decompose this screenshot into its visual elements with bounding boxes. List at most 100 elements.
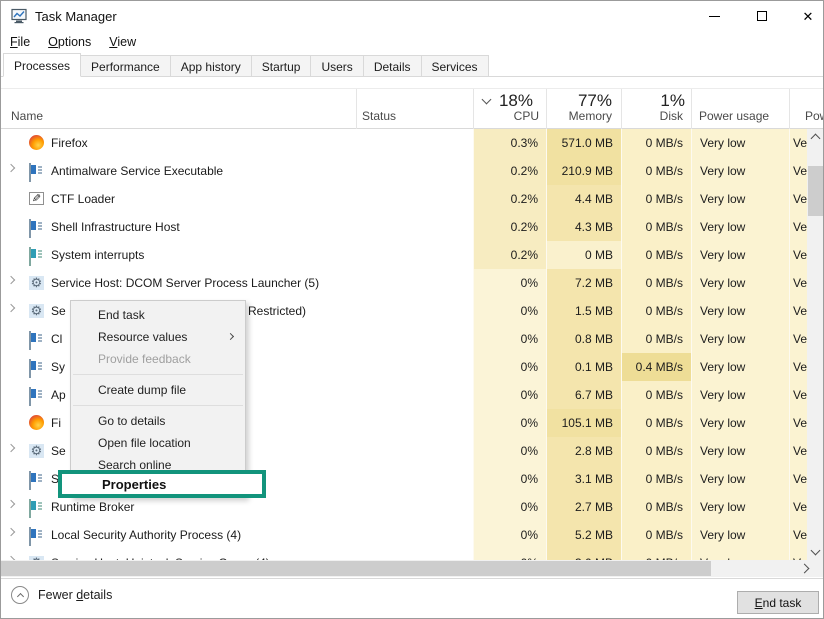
menu-file[interactable]: File [1,32,39,52]
column-separator [691,89,692,129]
mem-cell: 3.1 MB [546,465,621,493]
context-menu-item-create-dump-file[interactable]: Create dump file [71,379,245,401]
cpu-cell: 0% [473,437,546,465]
column-header-power-usage[interactable]: Power usage [699,109,769,123]
tab-app-history[interactable]: App history [170,55,252,77]
context-menu-item-resource-values[interactable]: Resource values [71,326,245,348]
mem-cell: 0.8 MB [546,325,621,353]
disk-total: 1% [621,91,687,111]
power-cell: Very low [691,465,789,493]
process-row[interactable]: Firefox0.3%571.0 MB0 MB/sVery lowVe [1,129,824,157]
cpu-cell: 0% [473,465,546,493]
menu-separator [73,374,243,375]
end-task-button[interactable]: End task [737,591,819,614]
tab-services[interactable]: Services [421,55,489,77]
process-row[interactable]: ⚙Service Host: Unistack Service Group (4… [1,549,824,560]
column-header-power-trend[interactable]: Pow [805,109,824,123]
power-cell: Very low [691,549,789,560]
column-header-name[interactable]: Name [11,109,43,123]
expand-chevron-icon[interactable] [8,529,17,538]
process-name: Firefox [51,129,88,157]
gear-icon: ⚙ [29,276,44,290]
pen-icon: ✎ [29,192,44,205]
menu-view[interactable]: View [100,32,145,52]
process-row[interactable]: Local Security Authority Process (4)0%5.… [1,521,824,549]
tab-users[interactable]: Users [310,55,363,77]
app-icon [29,471,31,490]
process-name: Antimalware Service Executable [51,157,223,185]
vertical-scrollbar[interactable] [807,129,824,560]
scroll-down-icon[interactable] [812,547,819,554]
firefox-icon [29,415,44,430]
process-name: Se [51,297,66,325]
column-header-cpu[interactable]: CPU [473,109,539,123]
tab-startup[interactable]: Startup [251,55,312,77]
process-name: Service Host: DCOM Server Process Launch… [51,269,319,297]
expand-chevron-icon[interactable] [8,501,17,510]
process-row[interactable]: ⚙ Service Host: DCOM Server Process Launc… [1,269,824,297]
process-name: CTF Loader [51,185,115,213]
minimize-icon [709,16,720,17]
context-menu-item-properties[interactable]: Properties [58,470,266,498]
tab-details[interactable]: Details [363,55,422,77]
disk-cell: 0 MB/s [621,521,691,549]
cpu-cell: 0% [473,493,546,521]
column-header-status[interactable]: Status [362,109,396,123]
process-name: Ap [51,381,66,409]
expand-chevron-icon[interactable] [8,445,17,454]
column-header-disk[interactable]: Disk [621,109,683,123]
context-menu-item-open-file-location[interactable]: Open file location [71,432,245,454]
process-row[interactable]: Shell Infrastructure Host0.2%4.3 MB0 MB/… [1,213,824,241]
fewer-details-toggle[interactable]: Fewer details [11,586,112,604]
menu-options[interactable]: Options [39,32,100,52]
app-icon [29,331,31,350]
minimize-button[interactable] [691,1,737,31]
tab-processes[interactable]: Processes [3,53,81,77]
close-button[interactable]: ✕ [785,1,824,31]
tab-performance[interactable]: Performance [80,55,171,77]
disk-cell: 0 MB/s [621,381,691,409]
scroll-up-icon[interactable] [812,135,819,142]
disk-cell: 0 MB/s [621,269,691,297]
cpu-cell: 0.2% [473,213,546,241]
horizontal-scrollbar[interactable] [1,560,824,577]
mem-cell: 0 MB [546,241,621,269]
process-row[interactable]: ✎CTF Loader0.2%4.4 MB0 MB/sVery lowVe [1,185,824,213]
vertical-scrollbar-thumb[interactable] [808,166,824,216]
app-icon [29,163,31,182]
gear-icon: ⚙ [29,444,44,458]
task-manager-icon [11,8,27,24]
expand-chevron-icon[interactable] [8,165,17,174]
process-name: Cl [51,325,62,353]
app-icon [29,527,31,546]
disk-cell: 0 MB/s [621,185,691,213]
sys-icon [29,499,31,518]
power-cell: Very low [691,241,789,269]
scroll-right-icon[interactable] [801,565,808,572]
cpu-cell: 0% [473,325,546,353]
memory-total: 77% [546,91,616,111]
app-icon [29,387,31,406]
maximize-button[interactable] [739,1,785,31]
context-menu-item-end-task[interactable]: End task [71,304,245,326]
sys-icon [29,247,31,266]
maximize-icon [757,11,767,21]
disk-cell: 0 MB/s [621,493,691,521]
cpu-cell: 0% [473,549,546,560]
context-menu-item-go-to-details[interactable]: Go to details [71,410,245,432]
footer: Fewer details End task [1,579,823,619]
expand-chevron-icon[interactable] [8,305,17,314]
process-row[interactable]: System interrupts0.2%0 MB0 MB/sVery lowV… [1,241,824,269]
menubar: File Options View [1,31,823,52]
process-row[interactable]: Antimalware Service Executable0.2%210.9 … [1,157,824,185]
column-header-memory[interactable]: Memory [546,109,612,123]
power-cell: Very low [691,353,789,381]
horizontal-scrollbar-thumb[interactable] [1,561,711,576]
process-name: Service Host: Unistack Service Group (4) [51,549,270,560]
fewer-details-label: Fewer details [38,588,112,602]
submenu-arrow-icon [228,334,233,339]
process-name: Local Security Authority Process (4) [51,521,241,549]
power-cell: Very low [691,269,789,297]
expand-chevron-icon[interactable] [8,277,17,286]
power-cell: Very low [691,381,789,409]
